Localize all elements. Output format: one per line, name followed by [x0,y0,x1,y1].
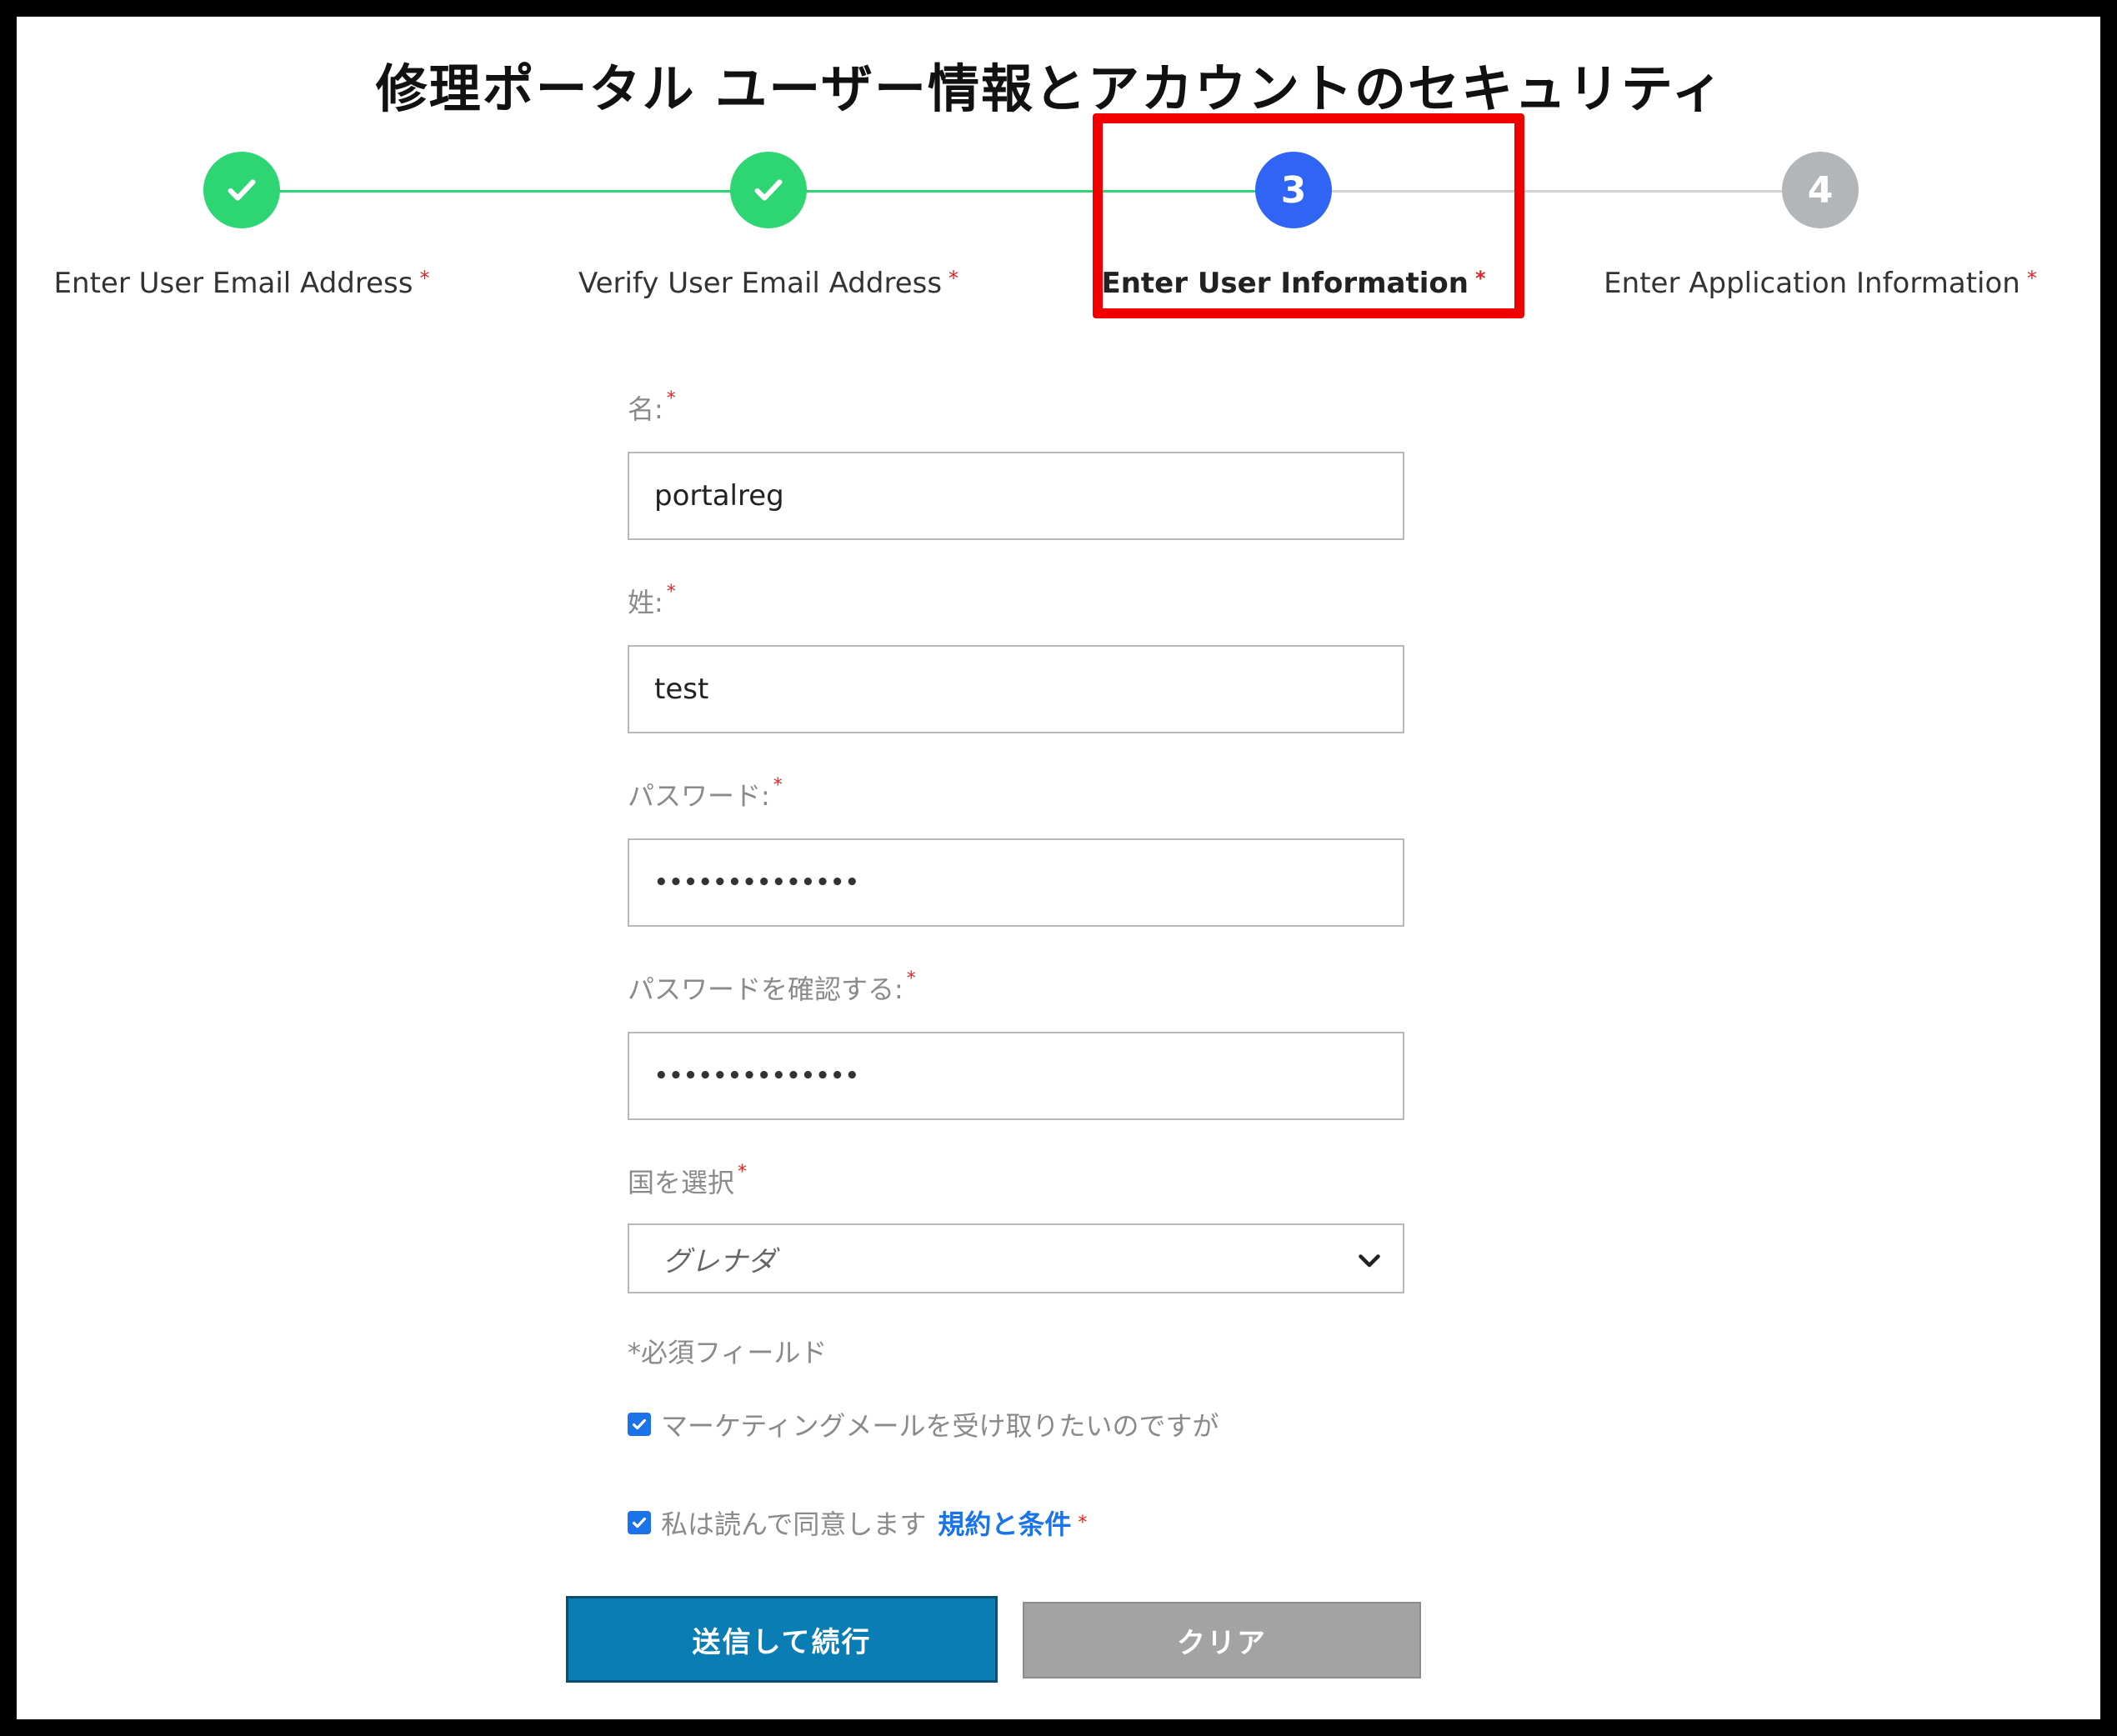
country-select-value: グレナダ [663,1244,776,1278]
step-3-indicator: 3 [1255,152,1332,228]
terms-checkbox-label: 私は読んで同意します [661,1508,927,1540]
required-fields-note: *必須フィールド [628,1337,828,1368]
check-icon [632,1418,647,1430]
first-name-label: 名: * [628,388,676,425]
step-2-indicator [730,152,807,228]
marketing-checkbox-row: マーケティングメールを受け取りたいのですが [628,1405,1219,1443]
page-title: 修理ポータル ユーザー情報とアカウントのセキュリティ [375,58,1725,119]
first-name-input[interactable]: portalreg [628,452,1404,540]
required-asterisk: * [419,267,430,290]
password-input[interactable]: •••••••••••••• [628,838,1404,927]
check-icon [632,1517,647,1528]
step-connector-1-2 [258,190,785,193]
step-4-label: Enter Application Information * [1604,267,2037,300]
step-3-label: Enter User Information * [1101,267,1486,300]
country-select[interactable]: グレナダ [628,1223,1404,1293]
required-asterisk: * [738,1162,748,1183]
marketing-checkbox[interactable] [628,1413,651,1436]
submit-continue-button[interactable]: 送信して続行 [566,1596,998,1683]
chevron-down-icon [1359,1254,1380,1268]
country-label: 国を選択 * [628,1162,748,1198]
terms-link[interactable]: 規約と条件 [938,1503,1071,1542]
step-4-indicator: 4 [1782,152,1859,228]
last-name-label: 姓: * [628,582,676,618]
clear-button[interactable]: クリア [1023,1602,1421,1678]
required-asterisk: * [2026,267,2037,290]
required-asterisk: * [948,267,959,290]
check-icon [228,179,256,201]
step-2-label: Verify User Email Address * [578,267,959,300]
step-1-indicator [203,152,280,228]
required-asterisk: * [1474,267,1486,290]
required-asterisk: * [666,582,676,603]
required-asterisk: * [1078,1512,1088,1533]
required-asterisk: * [773,775,783,796]
check-icon [754,179,783,201]
last-name-input[interactable]: test [628,645,1404,733]
terms-checkbox-row: 私は読んで同意します 規約と条件 * [628,1503,1087,1542]
step-1-label: Enter User Email Address * [53,267,430,300]
terms-checkbox[interactable] [628,1511,651,1534]
step-connector-3-4 [1310,190,1835,193]
marketing-checkbox-label: マーケティングメールを受け取りたいのですが [661,1410,1219,1442]
password-label: パスワード: * [628,775,783,812]
required-asterisk: * [906,968,916,989]
page-frame: 修理ポータル ユーザー情報とアカウントのセキュリティ Enter User Em… [17,17,2100,1719]
confirm-password-input[interactable]: •••••••••••••• [628,1032,1404,1120]
step-connector-2-3 [785,190,1310,193]
required-asterisk: * [666,388,676,409]
confirm-password-label: パスワードを確認する: * [628,968,916,1005]
